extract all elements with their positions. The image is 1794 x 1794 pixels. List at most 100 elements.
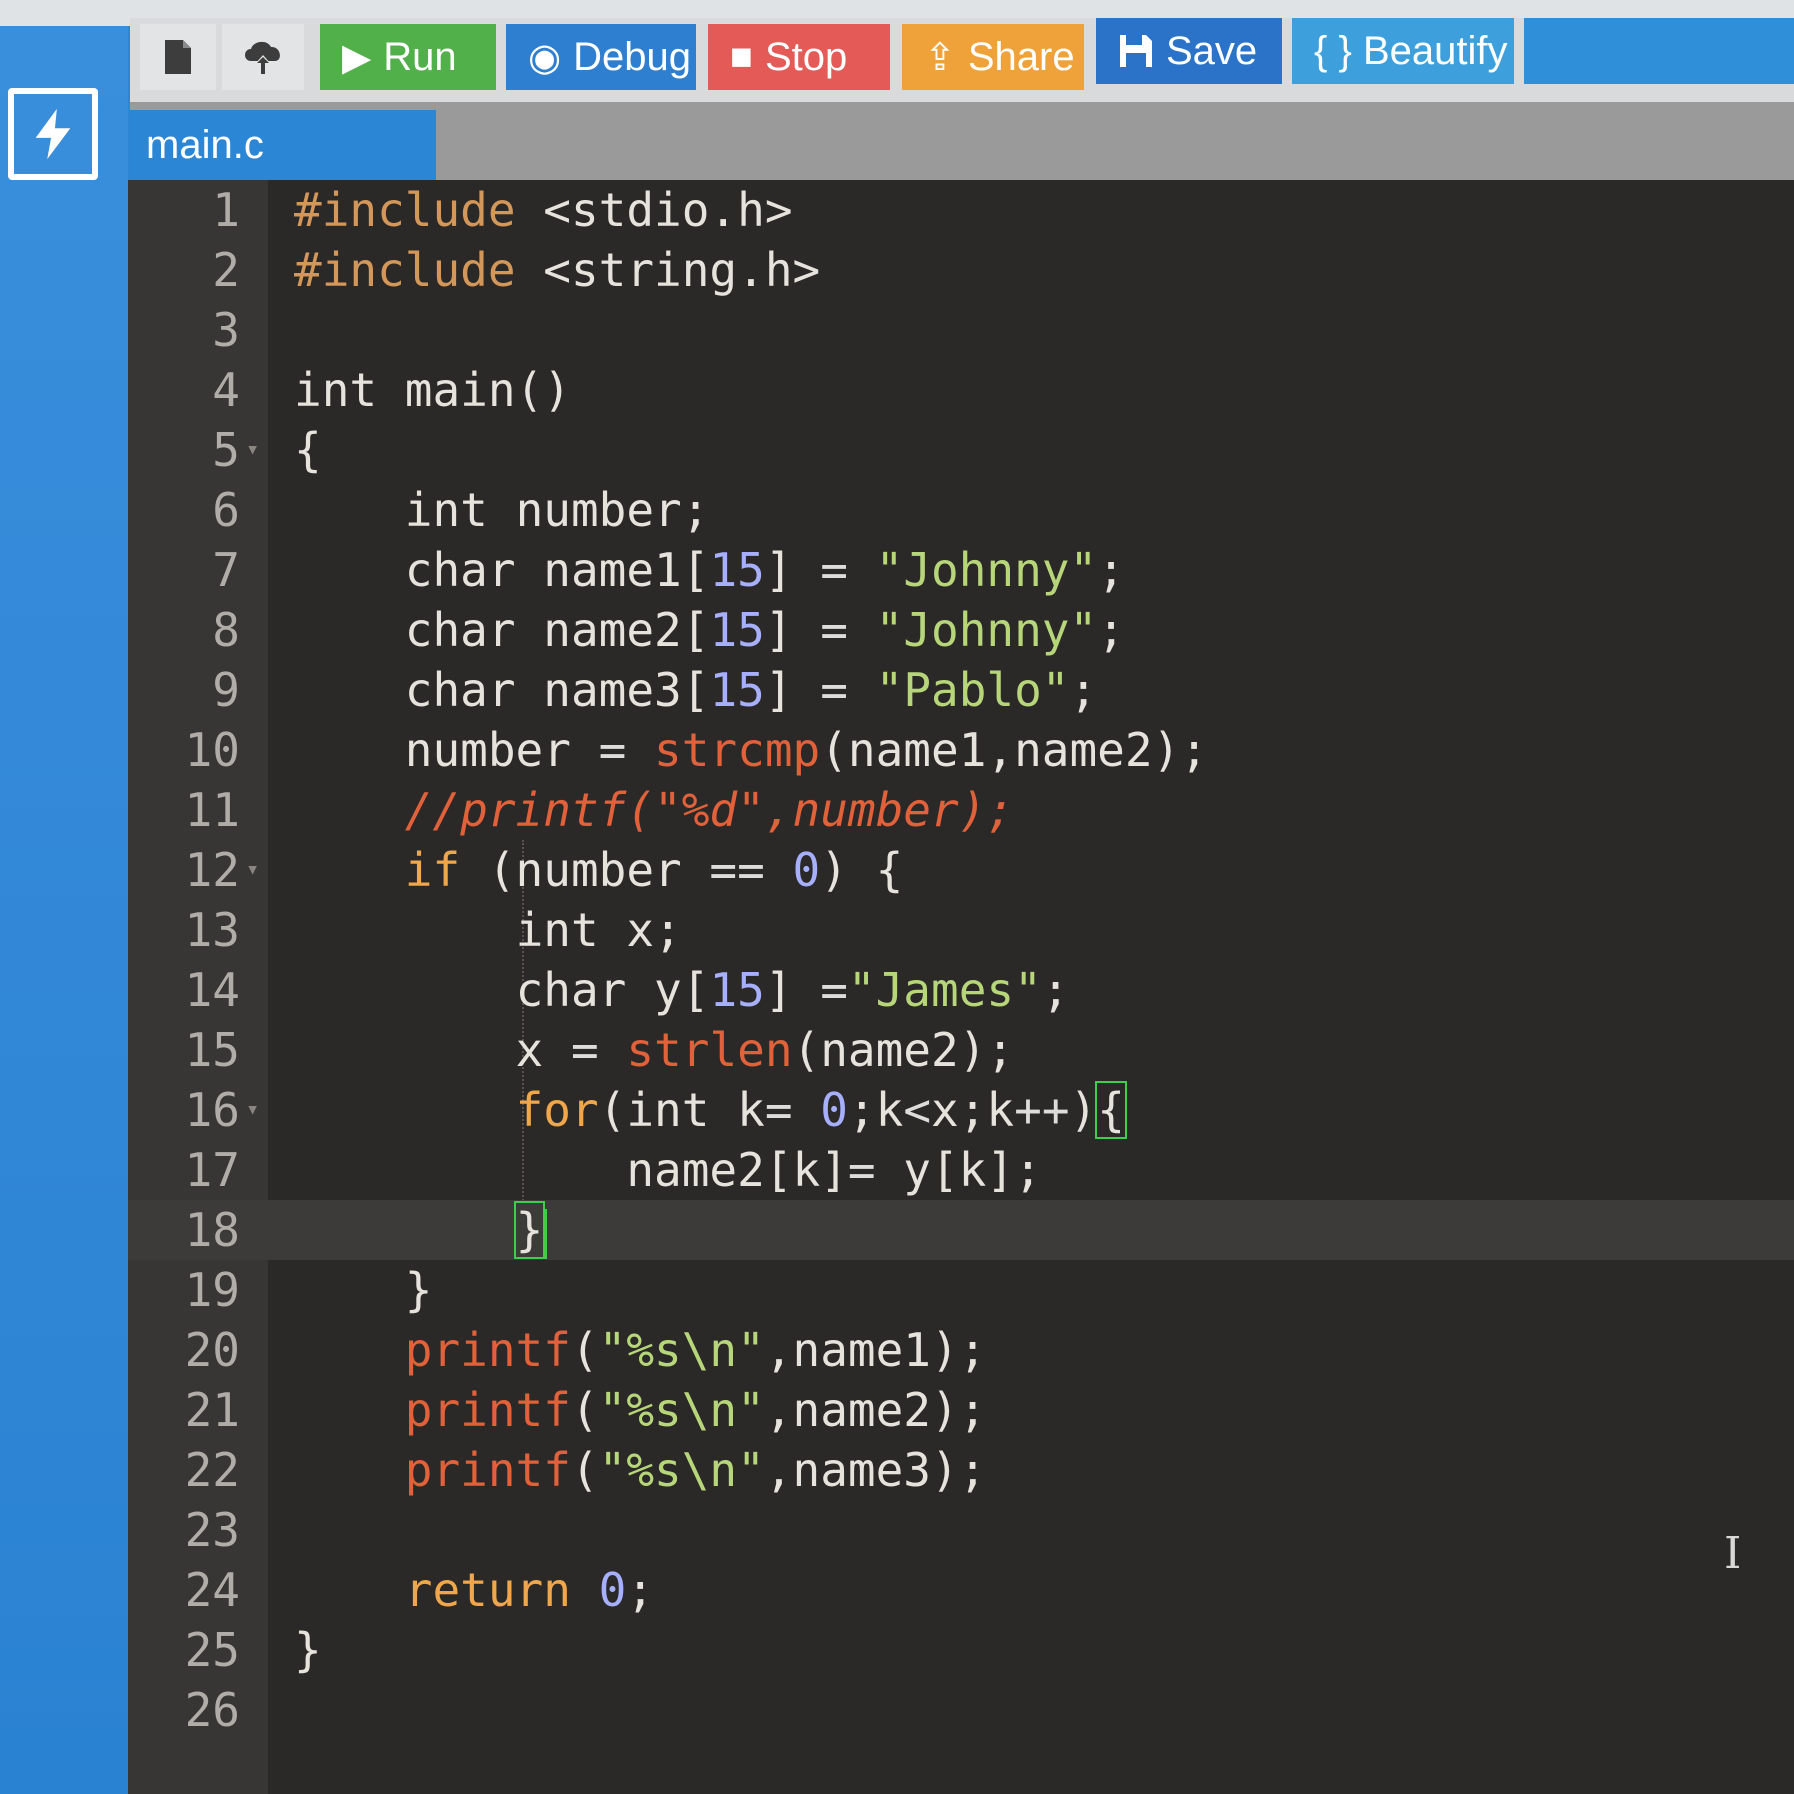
code-text: }: [294, 1263, 433, 1317]
line-number: 8: [212, 603, 240, 657]
code-line[interactable]: 19 }: [128, 1260, 1794, 1320]
code-line[interactable]: 20 printf("%s\n",name1);: [128, 1320, 1794, 1380]
code-line[interactable]: 24 return 0;: [128, 1560, 1794, 1620]
code-line[interactable]: 9 char name3[15] = "Pablo";: [128, 660, 1794, 720]
line-number: 6: [212, 483, 240, 537]
save-label: Save: [1166, 28, 1258, 73]
code-line[interactable]: 18 }: [128, 1200, 1794, 1260]
logo[interactable]: [8, 88, 98, 180]
line-number: 15: [184, 1023, 240, 1077]
lightning-icon: [35, 108, 71, 160]
play-icon: ▶: [342, 36, 372, 79]
line-number: 3: [212, 303, 240, 357]
code-line[interactable]: 25}: [128, 1620, 1794, 1680]
toolbar: ▶ Run ◉ Debug ■ Stop ⇪ Share Save { } Be…: [130, 18, 1794, 102]
line-number: 26: [184, 1683, 240, 1737]
code-text: x = strlen(name2);: [294, 1023, 1015, 1077]
upload-button[interactable]: [222, 24, 304, 90]
text-cursor-icon: I: [1724, 1528, 1742, 1579]
code-line[interactable]: 23: [128, 1500, 1794, 1560]
code-line[interactable]: 17 name2[k]= y[k];: [128, 1140, 1794, 1200]
tab-main-c[interactable]: main.c: [130, 110, 436, 180]
code-text: printf("%s\n",name2);: [404, 1383, 987, 1437]
share-button[interactable]: ⇪ Share: [902, 24, 1084, 90]
line-number: 1: [212, 183, 240, 237]
code-text: printf("%s\n",name1);: [404, 1323, 987, 1377]
debug-button[interactable]: ◉ Debug: [506, 24, 696, 90]
code-line[interactable]: 5 ▾ {: [128, 420, 1794, 480]
line-number: 19: [184, 1263, 240, 1317]
stop-label: Stop: [764, 34, 848, 79]
code-line[interactable]: 26: [128, 1680, 1794, 1740]
share-label: Share: [967, 34, 1075, 79]
line-number: 23: [184, 1503, 240, 1557]
code-text: int x;: [515, 903, 682, 957]
beautify-button[interactable]: { } Beautify: [1292, 18, 1514, 84]
save-button[interactable]: Save: [1096, 18, 1282, 84]
stop-icon: ■: [730, 35, 753, 78]
code-line[interactable]: 4 int main(): [128, 360, 1794, 420]
run-button[interactable]: ▶ Run: [320, 24, 496, 90]
code-line[interactable]: 11 //printf("%d",number);: [128, 780, 1794, 840]
line-number: 9: [212, 663, 240, 717]
code-text: int number;: [404, 483, 710, 537]
code-line[interactable]: 21 printf("%s\n",name2);: [128, 1380, 1794, 1440]
code-text: }: [294, 1623, 322, 1677]
debug-icon: ◉: [528, 36, 562, 79]
beautify-label: { } Beautify: [1314, 28, 1508, 73]
code-text: name2[k]= y[k];: [294, 1143, 1042, 1197]
stop-button[interactable]: ■ Stop: [708, 24, 890, 90]
code-lines: 1 #include <stdio.h> 2 #include <string.h> 3…: [128, 180, 1794, 1740]
new-file-button[interactable]: [140, 24, 216, 90]
code-line[interactable]: 22 printf("%s\n",name3);: [128, 1440, 1794, 1500]
code-text: //printf("%d",number);: [294, 783, 1015, 837]
code-text: #include <stdio.h>: [294, 183, 793, 237]
code-line[interactable]: 1 #include <stdio.h>: [128, 180, 1794, 240]
code-line[interactable]: 6 int number;: [128, 480, 1794, 540]
code-text: if (number == 0) {: [404, 843, 904, 897]
code-line[interactable]: 7 char name1[15] = "Johnny";: [128, 540, 1794, 600]
code-line[interactable]: 13 int x;: [128, 900, 1794, 960]
code-line[interactable]: 12 ▾ if (number == 0) {: [128, 840, 1794, 900]
code-text: char name2[15] = "Johnny";: [404, 603, 1125, 657]
code-text: {: [294, 423, 322, 477]
line-number: 11: [184, 783, 240, 837]
fold-arrow-icon[interactable]: ▾: [246, 1080, 259, 1140]
save-icon: [1120, 35, 1152, 67]
code-text: char y[15] ="James";: [515, 963, 1070, 1017]
line-number: 13: [184, 903, 240, 957]
code-line[interactable]: 15 x = strlen(name2);: [128, 1020, 1794, 1080]
line-number: 16: [184, 1083, 240, 1137]
share-icon: ⇪: [924, 36, 956, 79]
line-number: 7: [212, 543, 240, 597]
line-number: 20: [184, 1323, 240, 1377]
code-line[interactable]: 14 char y[15] ="James";: [128, 960, 1794, 1020]
code-text: int main(): [294, 363, 571, 417]
code-editor[interactable]: 1 #include <stdio.h> 2 #include <string.h> 3…: [128, 180, 1794, 1794]
line-number: 4: [212, 363, 240, 417]
code-text: return 0;: [404, 1563, 655, 1617]
code-text: number = strcmp(name1,name2);: [294, 723, 1208, 777]
line-number: 14: [184, 963, 240, 1017]
line-number: 22: [184, 1443, 240, 1497]
sidebar: [0, 26, 128, 1794]
code-text: char name3[15] = "Pablo";: [404, 663, 1098, 717]
line-number: 17: [184, 1143, 240, 1197]
line-number: 21: [184, 1383, 240, 1437]
code-line[interactable]: 3: [128, 300, 1794, 360]
line-number: 25: [184, 1623, 240, 1677]
code-text: #include <string.h>: [294, 243, 821, 297]
code-line[interactable]: 8 char name2[15] = "Johnny";: [128, 600, 1794, 660]
code-line[interactable]: 16 ▾ for(int k= 0;k<x;k++){: [128, 1080, 1794, 1140]
line-number: 12: [184, 843, 240, 897]
file-icon: [165, 40, 191, 74]
fold-arrow-icon[interactable]: ▾: [246, 840, 259, 900]
code-line[interactable]: 10 number = strcmp(name1,name2);: [128, 720, 1794, 780]
cloud-upload-icon: [245, 41, 280, 75]
toolbar-overflow: [1524, 18, 1794, 84]
code-text: for(int k= 0;k<x;k++){: [515, 1081, 1127, 1139]
code-text: }: [294, 1200, 548, 1260]
fold-arrow-icon[interactable]: ▾: [246, 420, 259, 480]
file-tab-bar: main.c: [130, 102, 1794, 180]
code-line[interactable]: 2 #include <string.h>: [128, 240, 1794, 300]
